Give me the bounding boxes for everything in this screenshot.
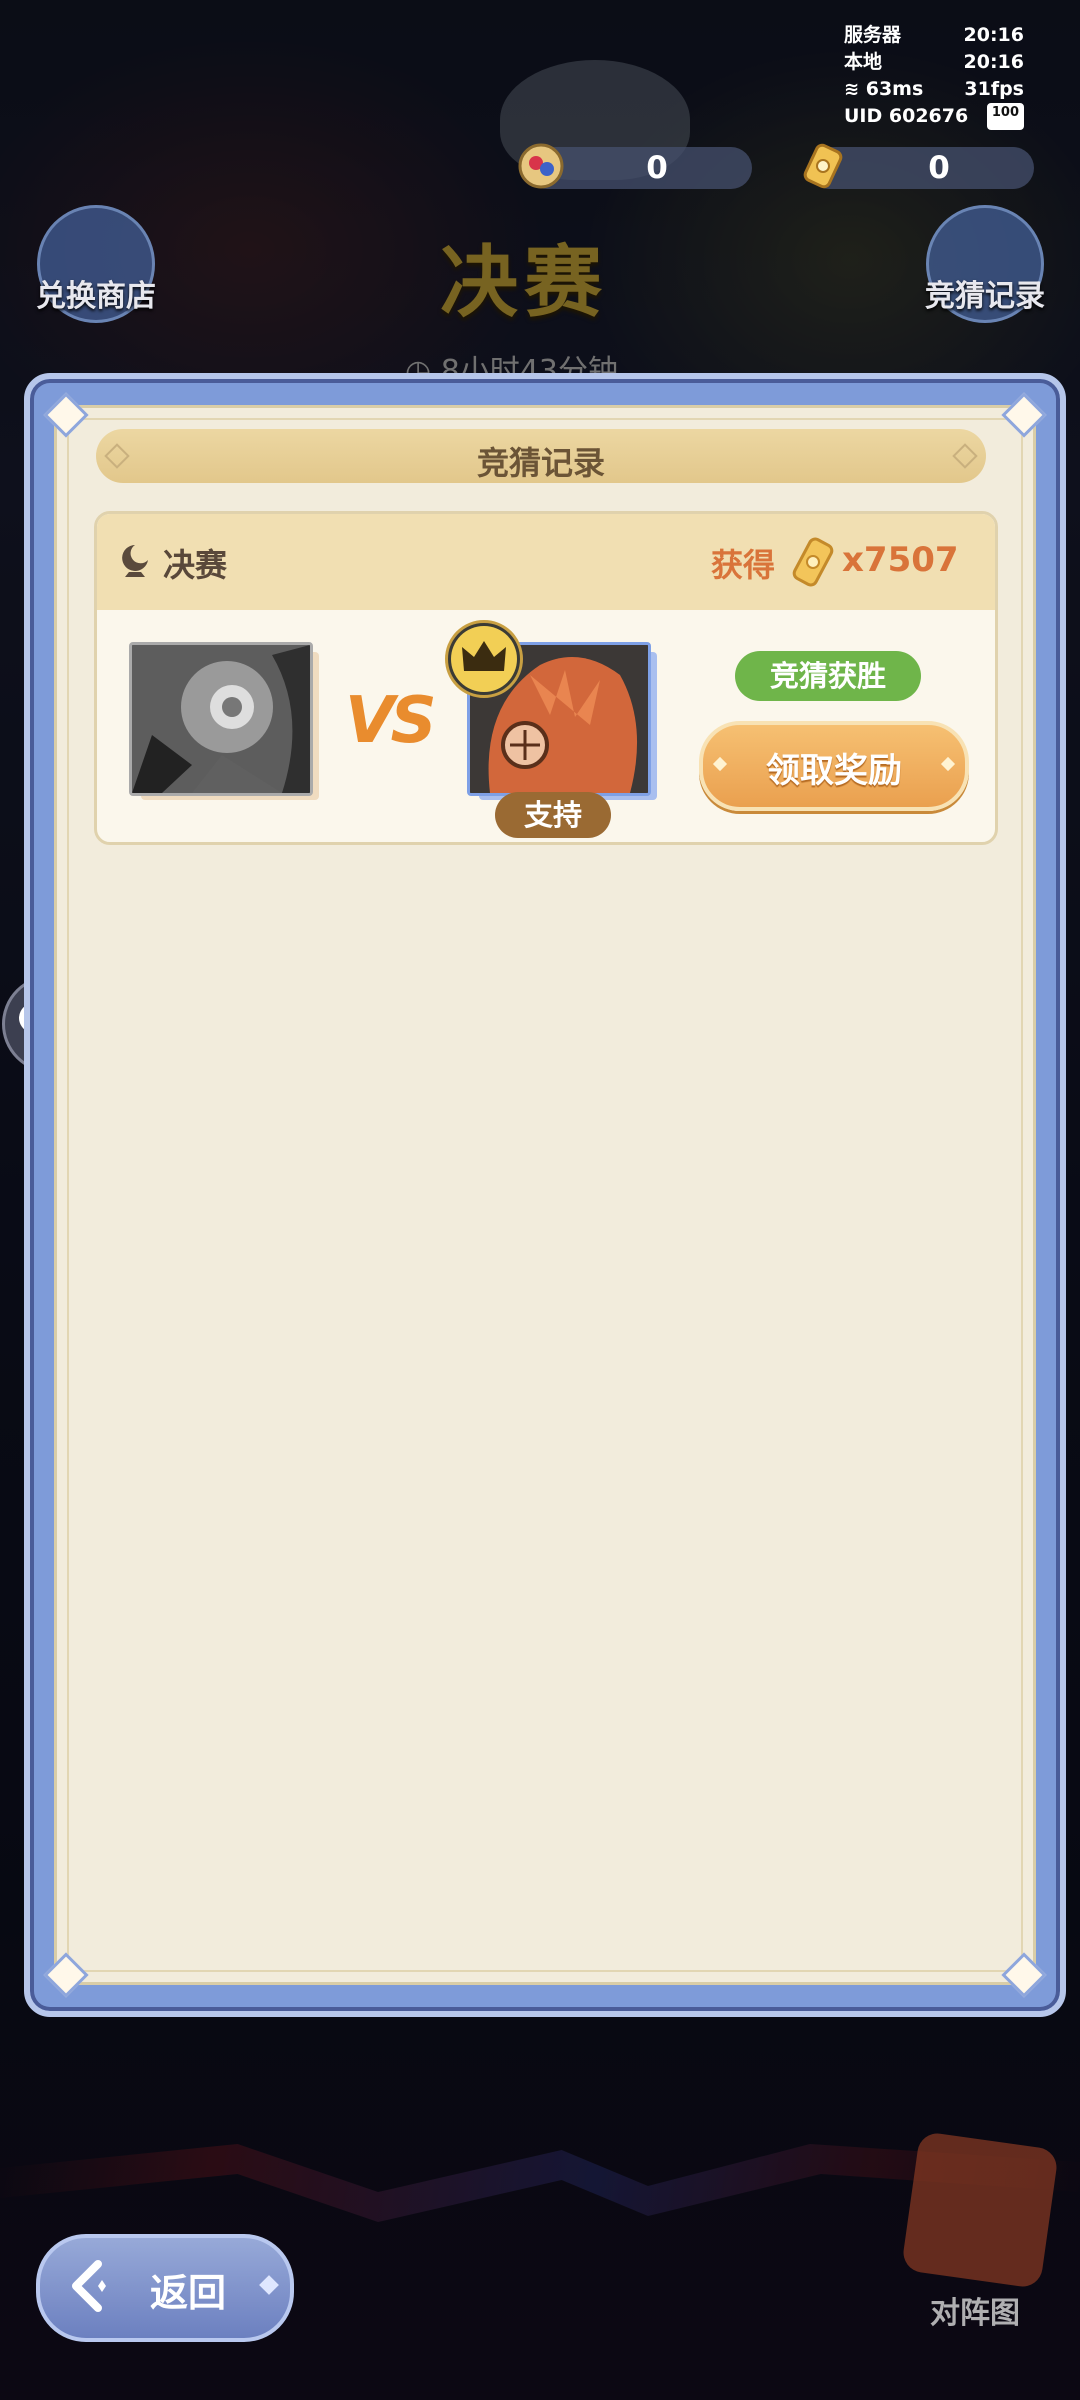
ticket-count: 0 <box>928 150 950 186</box>
ticket-currency: 0 <box>803 143 1034 189</box>
vs-label: VS <box>345 684 437 758</box>
wifi-icon: ≋ <box>844 79 860 100</box>
guess-records-label: 竞猜记录 <box>925 279 1045 314</box>
back-button[interactable]: 返回 <box>36 2234 294 2342</box>
local-label: 本地 <box>844 51 883 73</box>
guess-record-card: 决赛 获得 x7507 VS 支持 竞猜获胜 领取奖励 <box>94 511 998 845</box>
modal-title: 竞猜记录 <box>476 444 605 482</box>
gem-currency-icon <box>518 143 564 189</box>
record-stage: 决赛 <box>163 546 228 584</box>
back-label: 返回 <box>150 2271 227 2315</box>
server-time: 20:16 <box>963 24 1024 46</box>
guess-result-badge: 竞猜获胜 <box>735 651 921 701</box>
crossed-swords-icon <box>900 2130 1060 2290</box>
claim-reward-button[interactable]: 领取奖励 <box>699 721 969 811</box>
guess-records-modal: 竞猜记录 决赛 获得 x7507 VS 支持 竞猜获胜 领取奖励 <box>24 373 1066 2017</box>
ticket-currency-icon <box>803 143 843 189</box>
exchange-shop-button[interactable]: 兑换商店 <box>26 205 166 323</box>
fps: 31fps <box>964 78 1024 100</box>
record-header: 决赛 获得 x7507 <box>97 514 995 610</box>
gem-count: 0 <box>646 150 668 186</box>
crown-icon <box>445 620 523 698</box>
modal-title-bar: 竞猜记录 <box>96 429 986 483</box>
server-label: 服务器 <box>844 24 902 46</box>
sparkle-icon <box>259 2275 279 2295</box>
gem-currency: 0 <box>518 143 752 189</box>
exchange-shop-label: 兑换商店 <box>36 279 156 314</box>
opponent-portrait[interactable] <box>129 642 313 796</box>
claim-reward-label: 领取奖励 <box>766 751 902 791</box>
network-status: 服务器 20:16 本地 20:16 ≋ 63ms 31fps UID 602676 1… <box>844 22 1024 130</box>
local-time: 20:16 <box>963 51 1024 73</box>
reward-amount: x7507 <box>842 540 959 580</box>
ping: 63ms <box>865 78 924 100</box>
battery-indicator: 100 <box>986 103 1024 130</box>
stage-icon <box>122 545 148 577</box>
opponent-avatar <box>132 645 310 793</box>
formation-button[interactable]: 对阵图 <box>900 2130 1070 2331</box>
uid: UID 602676 <box>844 105 969 127</box>
support-tag: 支持 <box>495 792 611 838</box>
formation-label: 对阵图 <box>930 2296 1020 2331</box>
back-arrow-icon <box>72 2260 106 2312</box>
guess-records-button[interactable]: 竞猜记录 <box>915 205 1055 323</box>
reward-label: 获得 <box>711 546 776 584</box>
ticket-icon <box>792 537 834 587</box>
